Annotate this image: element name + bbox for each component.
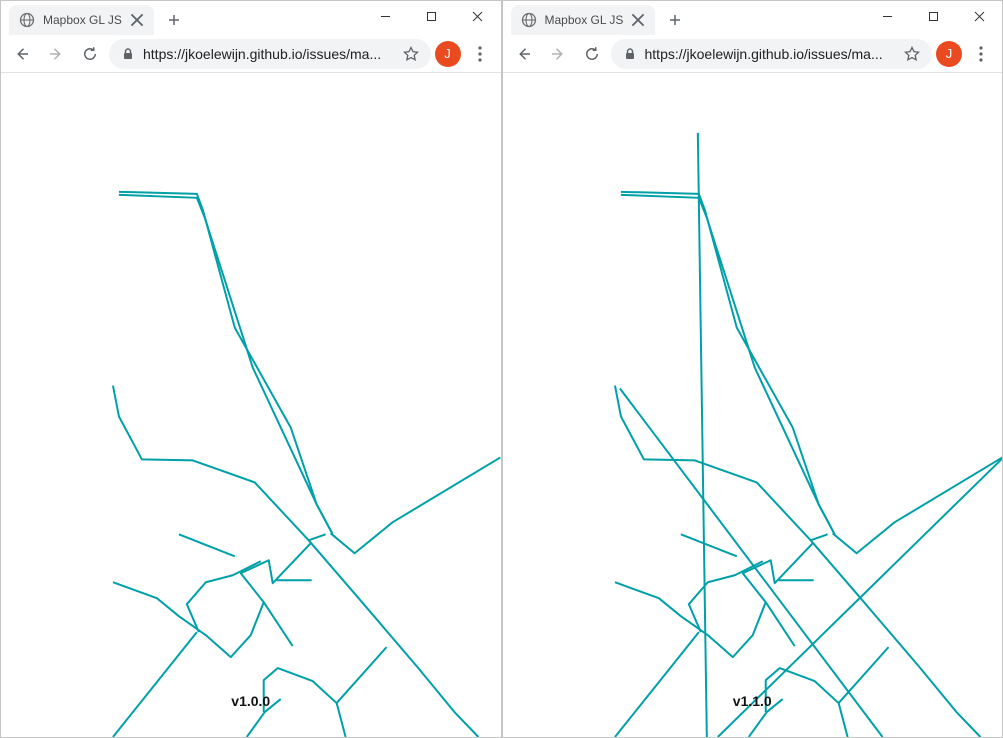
bookmark-star-icon[interactable] [403, 46, 419, 62]
url-text: https://jkoelewijn.github.io/issues/ma..… [645, 46, 897, 62]
window-titlebar: Mapbox GL JS [1, 1, 501, 35]
kebab-menu-icon[interactable] [465, 39, 495, 69]
close-window-button[interactable] [455, 1, 501, 31]
window-controls [363, 1, 501, 33]
close-tab-icon[interactable] [631, 13, 645, 27]
window-controls [864, 1, 1002, 33]
browser-tab[interactable]: Mapbox GL JS [511, 5, 656, 35]
url-text: https://jkoelewijn.github.io/issues/ma..… [143, 46, 395, 62]
address-bar[interactable]: https://jkoelewijn.github.io/issues/ma..… [109, 39, 431, 69]
globe-icon [521, 12, 537, 28]
maximize-button[interactable] [409, 1, 455, 31]
minimize-button[interactable] [363, 1, 409, 31]
version-label: v1.1.0 [503, 693, 1003, 709]
map-canvas[interactable] [1, 73, 501, 737]
window-titlebar: Mapbox GL JS [503, 1, 1003, 35]
profile-avatar[interactable]: J [435, 41, 461, 67]
lock-icon [623, 47, 637, 61]
page-content[interactable]: v1.0.0 [1, 73, 501, 737]
forward-button[interactable] [543, 39, 573, 69]
profile-avatar[interactable]: J [936, 41, 962, 67]
bookmark-star-icon[interactable] [904, 46, 920, 62]
maximize-button[interactable] [910, 1, 956, 31]
new-tab-button[interactable] [160, 6, 188, 34]
tab-title: Mapbox GL JS [43, 13, 122, 27]
page-content[interactable]: v1.1.0 [503, 73, 1003, 737]
tab-title: Mapbox GL JS [545, 13, 624, 27]
map-canvas[interactable] [503, 73, 1003, 737]
minimize-button[interactable] [864, 1, 910, 31]
lock-icon [121, 47, 135, 61]
address-bar[interactable]: https://jkoelewijn.github.io/issues/ma..… [611, 39, 933, 69]
globe-icon [19, 12, 35, 28]
new-tab-button[interactable] [661, 6, 689, 34]
forward-button[interactable] [41, 39, 71, 69]
reload-button[interactable] [75, 39, 105, 69]
browser-toolbar: https://jkoelewijn.github.io/issues/ma..… [1, 35, 501, 73]
reload-button[interactable] [577, 39, 607, 69]
browser-window-right: Mapbox GL JS https://jkoelewijn.github.i… [502, 0, 1003, 738]
back-button[interactable] [7, 39, 37, 69]
back-button[interactable] [509, 39, 539, 69]
browser-toolbar: https://jkoelewijn.github.io/issues/ma..… [503, 35, 1003, 73]
browser-window-left: Mapbox GL JS https://jkoelewijn.github.i… [0, 0, 502, 738]
version-label: v1.0.0 [1, 693, 501, 709]
browser-tab[interactable]: Mapbox GL JS [9, 5, 154, 35]
kebab-menu-icon[interactable] [966, 39, 996, 69]
close-window-button[interactable] [956, 1, 1002, 31]
close-tab-icon[interactable] [130, 13, 144, 27]
